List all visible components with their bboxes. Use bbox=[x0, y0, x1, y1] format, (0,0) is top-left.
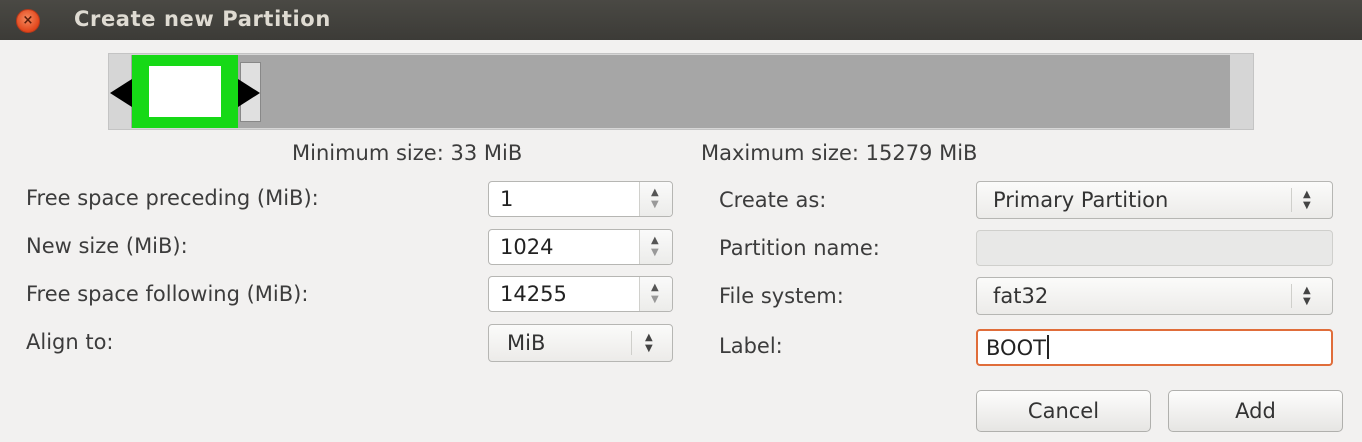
combo-down-icon: ▼ bbox=[1303, 296, 1311, 307]
spin-down-icon[interactable]: ▼ bbox=[651, 248, 659, 258]
free-space-preceding-value[interactable]: 1 bbox=[500, 187, 513, 211]
maximum-size-label: Maximum size: 15279 MiB bbox=[701, 141, 978, 165]
text-caret bbox=[1046, 335, 1049, 359]
free-space-preceding-label: Free space preceding (MiB): bbox=[26, 186, 319, 210]
spin-up-icon[interactable]: ▲ bbox=[651, 236, 659, 246]
spinner-arrows[interactable]: ▲ ▼ bbox=[639, 230, 672, 264]
close-icon[interactable]: × bbox=[16, 9, 40, 33]
combo-up-icon: ▲ bbox=[1303, 285, 1311, 296]
partition-used-area bbox=[149, 66, 221, 117]
resize-right-arrow-icon[interactable] bbox=[238, 79, 260, 107]
partition-name-label: Partition name: bbox=[719, 236, 880, 260]
cancel-button[interactable]: Cancel bbox=[976, 390, 1151, 432]
combo-separator bbox=[631, 331, 632, 355]
free-space-following-spinner[interactable]: 14255 ▲ ▼ bbox=[488, 276, 673, 312]
align-to-value: MiB bbox=[507, 331, 546, 355]
add-button[interactable]: Add bbox=[1168, 390, 1343, 432]
new-size-value[interactable]: 1024 bbox=[500, 235, 553, 259]
file-system-value: fat32 bbox=[993, 284, 1049, 308]
align-to-label: Align to: bbox=[26, 330, 114, 354]
label-value[interactable]: BOOT bbox=[986, 335, 1049, 360]
combo-separator bbox=[1291, 284, 1292, 308]
combo-up-icon: ▲ bbox=[1303, 189, 1311, 200]
spin-down-icon[interactable]: ▼ bbox=[651, 295, 659, 305]
free-space-following-value[interactable]: 14255 bbox=[500, 282, 567, 306]
resize-left-arrow-icon[interactable] bbox=[110, 79, 132, 107]
title-bar: × Create new Partition bbox=[0, 0, 1362, 40]
combo-down-icon: ▼ bbox=[1303, 200, 1311, 211]
create-as-value: Primary Partition bbox=[993, 188, 1169, 212]
window-title: Create new Partition bbox=[74, 7, 331, 31]
combo-down-icon: ▼ bbox=[645, 343, 653, 354]
create-as-label: Create as: bbox=[719, 188, 827, 212]
new-size-spinner[interactable]: 1024 ▲ ▼ bbox=[488, 229, 673, 265]
free-space-following-label: Free space following (MiB): bbox=[26, 282, 309, 306]
combo-up-icon: ▲ bbox=[645, 332, 653, 343]
spin-up-icon[interactable]: ▲ bbox=[651, 283, 659, 293]
label-label: Label: bbox=[719, 334, 783, 358]
spin-down-icon[interactable]: ▼ bbox=[651, 200, 659, 210]
combo-separator bbox=[1291, 188, 1292, 212]
partition-size-bar[interactable] bbox=[108, 53, 1254, 130]
file-system-label: File system: bbox=[719, 284, 844, 308]
spin-up-icon[interactable]: ▲ bbox=[651, 188, 659, 198]
spinner-arrows[interactable]: ▲ ▼ bbox=[639, 277, 672, 311]
align-to-combo[interactable]: MiB ▲ ▼ bbox=[488, 324, 673, 362]
free-space-preceding-spinner[interactable]: 1 ▲ ▼ bbox=[488, 181, 673, 217]
minimum-size-label: Minimum size: 33 MiB bbox=[292, 141, 523, 165]
file-system-combo[interactable]: fat32 ▲ ▼ bbox=[976, 277, 1333, 315]
create-as-combo[interactable]: Primary Partition ▲ ▼ bbox=[976, 181, 1333, 219]
new-size-label: New size (MiB): bbox=[26, 234, 188, 258]
spinner-arrows[interactable]: ▲ ▼ bbox=[639, 182, 672, 216]
label-field[interactable]: BOOT bbox=[976, 329, 1333, 366]
partition-name-field bbox=[976, 230, 1333, 266]
free-space-area bbox=[131, 55, 1230, 128]
